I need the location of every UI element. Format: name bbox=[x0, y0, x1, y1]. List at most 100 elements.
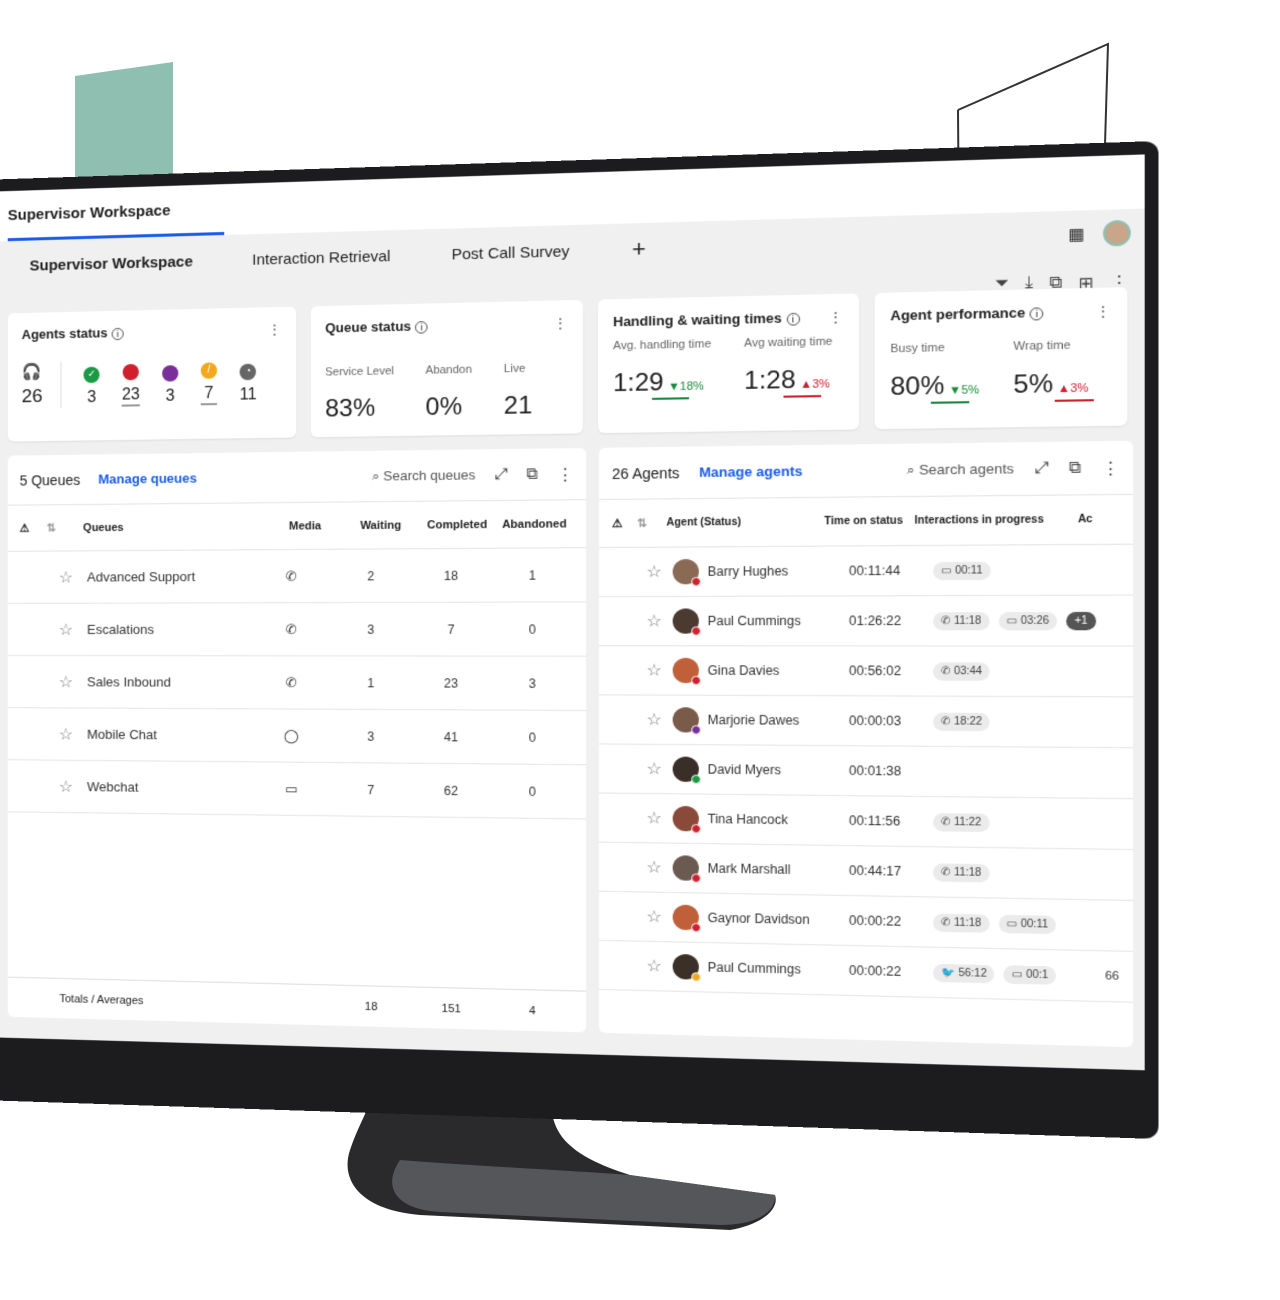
agents-panel: 26 Agents Manage agents ⌕ Search agents … bbox=[599, 440, 1134, 1048]
add-tab-button[interactable]: + bbox=[632, 235, 646, 263]
star-icon[interactable]: ☆ bbox=[612, 660, 673, 681]
kpi-delta: ▼5% bbox=[948, 383, 980, 398]
time-on-status: 01:26:22 bbox=[848, 613, 902, 629]
star-icon[interactable]: ☆ bbox=[612, 611, 673, 632]
table-row[interactable]: ☆ Paul Cummings 00:00:22 🐦 56:12 ▭ 00:1 66 bbox=[599, 940, 1134, 1003]
star-icon[interactable]: ☆ bbox=[20, 776, 87, 797]
info-icon[interactable]: i bbox=[111, 327, 124, 341]
interaction-chip[interactable]: ✆ 11:18 bbox=[933, 611, 990, 630]
table-row[interactable]: ☆ Advanced Support ✆ 2 18 1 bbox=[7, 548, 587, 604]
queue-abandoned: 3 bbox=[528, 675, 536, 691]
table-row[interactable]: ☆ Sales Inbound ✆ 1 23 3 bbox=[7, 656, 587, 711]
status-count[interactable]: /7 bbox=[200, 362, 218, 406]
star-icon[interactable]: ☆ bbox=[612, 906, 673, 928]
kpi-value: 5% ▲3% bbox=[1013, 369, 1093, 401]
chat-icon: ▭ bbox=[1006, 917, 1018, 930]
interaction-chip[interactable]: ▭ 00:1 bbox=[1003, 964, 1057, 985]
star-icon[interactable]: ☆ bbox=[612, 955, 673, 977]
chip-time: 00:11 bbox=[955, 564, 983, 577]
info-icon[interactable]: i bbox=[415, 321, 428, 334]
queue-abandoned: 0 bbox=[528, 783, 536, 799]
table-row[interactable]: ☆ Barry Hughes 00:11:44 ▭ 00:11 bbox=[599, 544, 1134, 598]
user-avatar[interactable] bbox=[1103, 219, 1131, 247]
more-icon[interactable]: ⋮ bbox=[557, 464, 573, 483]
more-icon[interactable]: ⋮ bbox=[1095, 303, 1111, 322]
interaction-chip[interactable]: ✆ 03:44 bbox=[933, 661, 991, 681]
star-icon[interactable]: ☆ bbox=[612, 709, 673, 730]
interaction-chip[interactable]: +1 bbox=[1066, 611, 1096, 630]
search-agents-input[interactable]: ⌕ Search agents bbox=[907, 460, 1014, 478]
interaction-chip[interactable]: ✆ 11:18 bbox=[933, 862, 990, 882]
star-icon[interactable]: ☆ bbox=[612, 807, 673, 829]
column-header[interactable]: Time on status bbox=[824, 515, 914, 527]
kpi: Avg. handling time 1:29 ▼18% bbox=[613, 338, 711, 401]
status-value: 11 bbox=[239, 386, 257, 404]
search-queues-input[interactable]: ⌕ Search queues bbox=[372, 467, 475, 485]
table-row[interactable]: ☆ Webchat ▭ 7 62 0 bbox=[7, 760, 587, 820]
more-icon[interactable]: ⋮ bbox=[1102, 458, 1119, 478]
screen: Supervisor Workspace Supervisor Workspac… bbox=[0, 154, 1145, 1071]
column-header-completed[interactable]: Completed bbox=[419, 518, 496, 531]
clock-status-icon: ◔ bbox=[239, 363, 257, 381]
table-row[interactable]: ☆ Gina Davies 00:56:02 ✆ 03:44 bbox=[599, 646, 1134, 698]
phone-icon: ✆ bbox=[940, 866, 951, 879]
more-icon[interactable]: ⋮ bbox=[828, 309, 844, 327]
tab-supervisor-workspace[interactable]: Supervisor Workspace bbox=[30, 253, 193, 275]
interaction-chip[interactable]: 🐦 56:12 bbox=[933, 963, 995, 983]
column-header-waiting[interactable]: Waiting bbox=[343, 519, 419, 532]
manage-queues-link[interactable]: Manage queues bbox=[98, 470, 197, 486]
interaction-chip[interactable]: ▭ 00:11 bbox=[998, 914, 1057, 934]
interaction-chip[interactable]: ✆ 18:22 bbox=[933, 712, 991, 731]
column-header[interactable]: Agent (Status) bbox=[666, 516, 824, 529]
table-row[interactable]: ☆ Tina Hancock 00:11:56 ✆ 11:22 bbox=[599, 793, 1134, 851]
chat-icon: ▭ bbox=[1011, 968, 1023, 981]
manage-agents-link[interactable]: Manage agents bbox=[699, 463, 802, 480]
star-icon[interactable]: ☆ bbox=[20, 619, 87, 639]
info-icon[interactable]: i bbox=[1029, 307, 1044, 321]
column-header-queues[interactable]: Queues bbox=[83, 520, 268, 533]
more-icon[interactable]: ⋮ bbox=[267, 321, 281, 339]
info-icon[interactable]: i bbox=[786, 312, 800, 326]
table-row[interactable]: ☆ Marjorie Dawes 00:00:03 ✆ 18:22 bbox=[599, 695, 1134, 749]
search-placeholder: Search agents bbox=[918, 460, 1014, 478]
status-count[interactable]: ◔ 11 bbox=[239, 363, 257, 405]
column-header-media[interactable]: Media bbox=[268, 519, 343, 533]
star-icon[interactable]: ☆ bbox=[20, 672, 87, 692]
more-icon[interactable]: ⋮ bbox=[553, 315, 568, 333]
sort-icon[interactable]: ⇅ bbox=[637, 516, 666, 530]
agents-count: 26 Agents bbox=[611, 464, 680, 482]
table-row[interactable]: ☆ Mobile Chat ◯ 3 41 0 bbox=[7, 708, 587, 766]
status-count[interactable]: 23 bbox=[121, 363, 140, 407]
column-header[interactable]: Ac bbox=[1078, 513, 1119, 526]
external-link-icon[interactable]: ⧉ bbox=[1069, 459, 1081, 477]
interaction-chip[interactable]: ✆ 11:18 bbox=[933, 913, 990, 933]
sort-icon[interactable]: ⇅ bbox=[47, 521, 83, 534]
busy-status-icon bbox=[122, 363, 139, 381]
expand-icon[interactable]: ⤢ bbox=[494, 466, 507, 484]
star-icon[interactable]: ☆ bbox=[20, 567, 87, 587]
star-icon[interactable]: ☆ bbox=[612, 561, 673, 582]
table-row[interactable]: ☆ Escalations ✆ 3 7 0 bbox=[7, 602, 587, 657]
interaction-chip[interactable]: ▭ 00:11 bbox=[933, 561, 991, 580]
tab-interaction-retrieval[interactable]: Interaction Retrieval bbox=[252, 247, 390, 268]
monitor: Supervisor Workspace Supervisor Workspac… bbox=[0, 140, 1159, 1140]
interaction-chip[interactable]: ▭ 03:26 bbox=[998, 611, 1058, 630]
apps-grid-icon[interactable]: ▦ bbox=[1068, 224, 1084, 244]
phone-icon: ✆ bbox=[940, 916, 951, 929]
star-icon[interactable]: ☆ bbox=[612, 856, 673, 878]
handling-times-card: Handling & waiting times i ⋮ Avg. handling… bbox=[597, 293, 860, 434]
table-row[interactable]: ☆ David Myers 00:01:38 bbox=[599, 744, 1134, 800]
status-count[interactable]: ✓ 3 bbox=[83, 366, 100, 408]
expand-icon[interactable]: ⤢ bbox=[1034, 459, 1048, 477]
status-count[interactable]: 3 bbox=[162, 365, 179, 406]
column-header-abandoned[interactable]: Abandoned bbox=[496, 517, 574, 531]
tab-post-call-survey[interactable]: Post Call Survey bbox=[451, 242, 569, 263]
status-value: 23 bbox=[121, 386, 140, 407]
star-icon[interactable]: ☆ bbox=[20, 724, 87, 745]
interaction-chip[interactable]: ✆ 11:22 bbox=[933, 812, 990, 832]
table-row[interactable]: ☆ Paul Cummings 01:26:22 ✆ 11:18 ▭ 03:26 +1 bbox=[599, 595, 1134, 647]
column-header[interactable]: Interactions in progress bbox=[915, 514, 1078, 527]
star-icon[interactable]: ☆ bbox=[612, 758, 673, 779]
warning-icon: ⚠ bbox=[19, 522, 30, 535]
external-link-icon[interactable]: ⧉ bbox=[526, 465, 537, 483]
